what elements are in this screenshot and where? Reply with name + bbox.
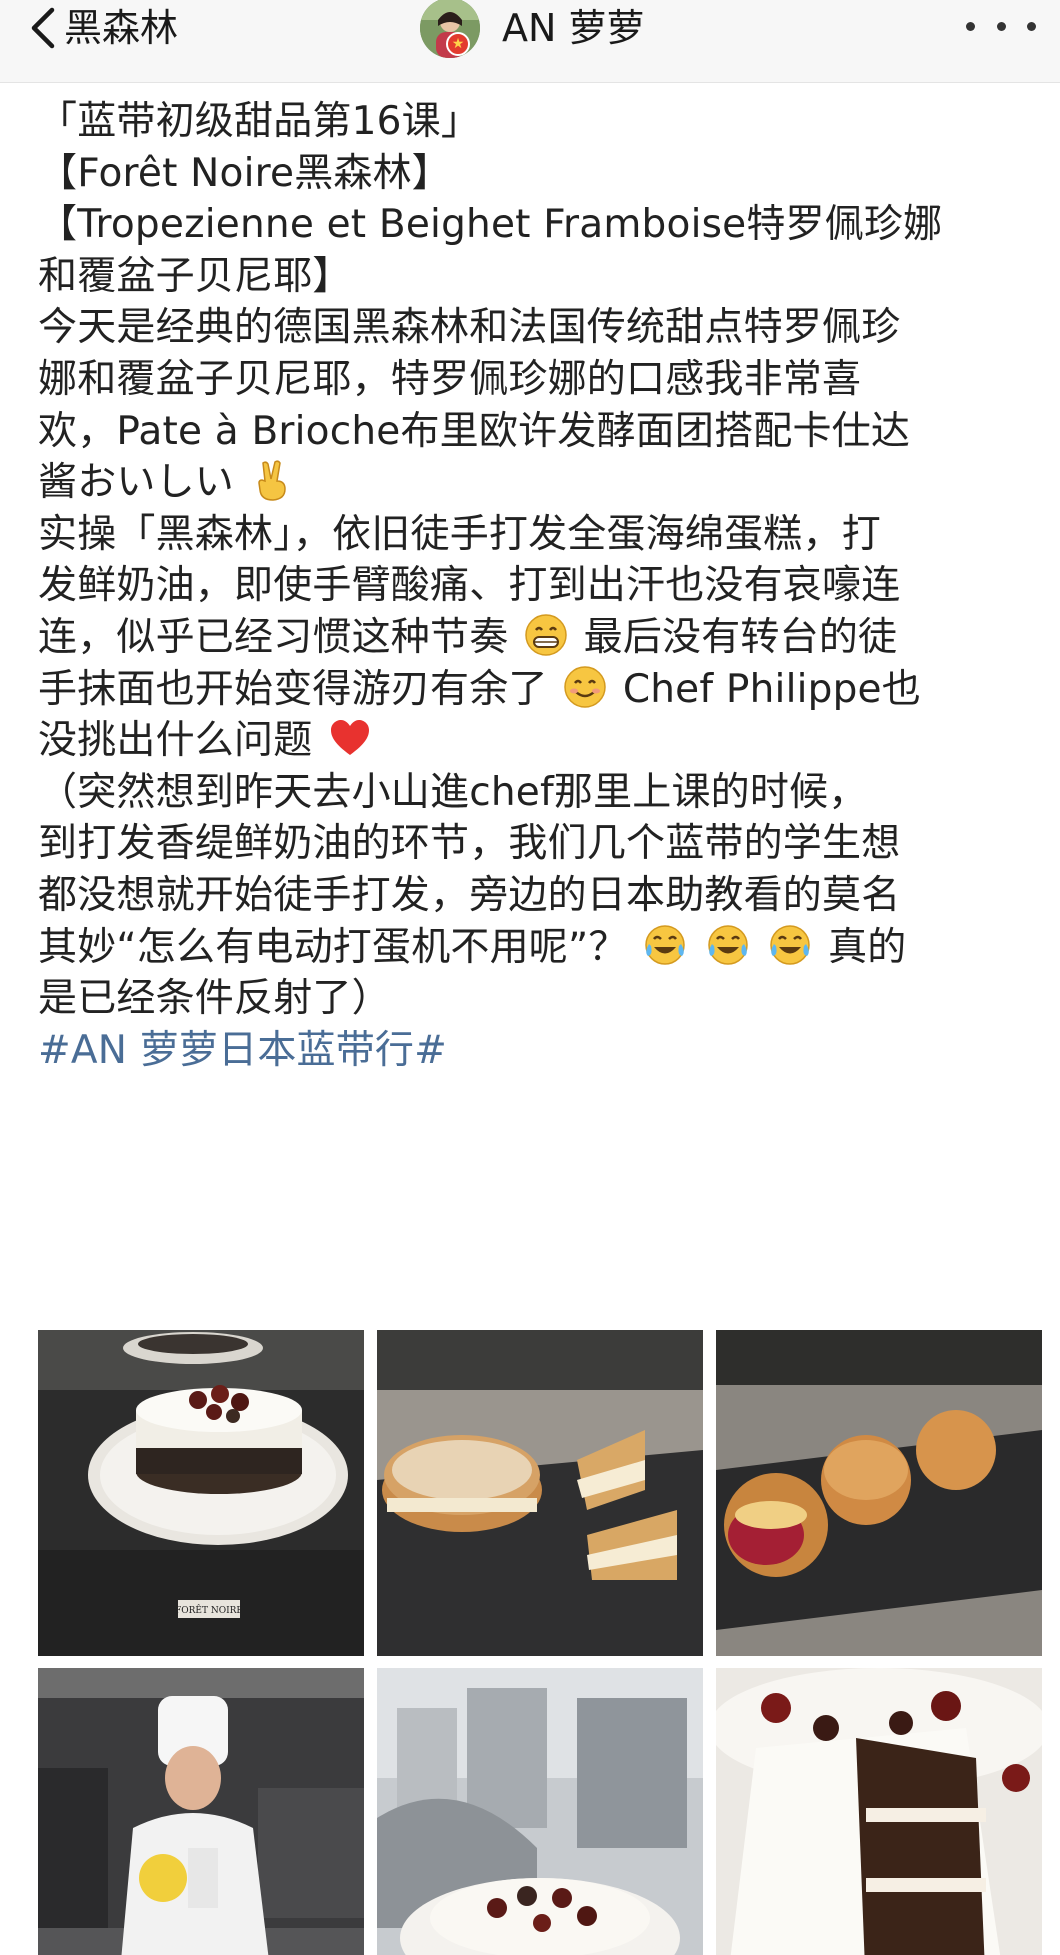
post-line-text: 最后没有转台的徒 <box>583 614 898 660</box>
post-line: 【Tropezienne et Beighet Framboise特罗佩珍娜 <box>38 202 943 248</box>
post-line: 没挑出什么问题 <box>38 715 1034 767</box>
post-line: 其妙“怎么有电动打蛋机不用呢”？ 真的 <box>38 922 1034 974</box>
top-navbar: 黑森林 AN 萝萝 ★ <box>0 0 1060 83</box>
post-line: 手抹面也开始变得游刃有余了 Chef Philippe也 <box>38 664 1034 716</box>
post-line: 欢，Pate à Brioche布里欧许发酵面团搭配卡仕达 <box>38 408 911 454</box>
post-line: 是已经条件反射了） <box>38 976 391 1022</box>
post-line-text: 没挑出什么问题 <box>38 718 313 764</box>
verified-badge-icon: ★ <box>446 32 470 56</box>
post-line: 和覆盆子贝尼耶】 <box>38 253 352 299</box>
more-dots-icon <box>966 21 975 31</box>
cake-label: FORÊT NOIRE <box>175 1604 243 1616</box>
post-line-text: 酱おいしい <box>38 460 235 506</box>
post-line-text: 其妙“怎么有电动打蛋机不用呢”？ <box>38 924 628 970</box>
author-name: AN 萝萝 <box>502 6 645 50</box>
chevron-left-icon <box>31 7 55 49</box>
post-text: 「蓝带初级甜品第16课」 【Forêt Noire黑森林】 【Tropezien… <box>38 96 1034 1076</box>
post-page: 黑森林 AN 萝萝 ★ 「蓝带初级甜品第16课」 【Forêt Noire黑森林… <box>0 0 1060 1955</box>
post-line: 到打发香缇鲜奶油的环节，我们几个蓝带的学生想 <box>38 821 901 867</box>
more-button[interactable] <box>966 4 1036 48</box>
post-line-text: 连，似乎已经习惯这种节奏 <box>38 614 509 660</box>
post-line: 连，似乎已经习惯这种节奏 最后没有转台的徒 <box>38 612 1034 664</box>
grinning-face-emoji <box>525 614 567 656</box>
photo-tropezienne[interactable] <box>377 1330 703 1656</box>
back-label: 黑森林 <box>64 6 179 50</box>
victory-hand-emoji <box>257 460 286 501</box>
post-line-text: 手抹面也开始变得游刃有余了 <box>38 666 548 712</box>
tears-of-joy-emoji <box>770 924 811 965</box>
back-button[interactable]: 黑森林 <box>28 2 178 54</box>
post-line-text: 真的 <box>828 924 907 970</box>
smiling-face-emoji <box>564 665 606 708</box>
tears-of-joy-emoji <box>645 924 685 965</box>
photo-raspberry-beignets[interactable] <box>716 1330 1042 1656</box>
red-heart-emoji <box>331 720 370 756</box>
post-line: 都没想就开始徒手打发，旁边的日本助教看的莫名 <box>38 872 901 918</box>
tears-of-joy-emoji <box>708 924 748 965</box>
post-line: 娜和覆盆子贝尼耶，特罗佩珍娜的口感我非常喜 <box>38 356 862 402</box>
post-line: 实操「黑森林」，依旧徒手打发全蛋海绵蛋糕，打 <box>38 511 881 557</box>
post-line-text: Chef Philippe也 <box>622 666 921 712</box>
photo-black-forest-cake[interactable]: FORÊT NOIRE <box>38 1330 364 1656</box>
photo-chef[interactable] <box>38 1668 364 1955</box>
post-line: 【Forêt Noire黑森林】 <box>38 150 452 196</box>
photo-cut-cake[interactable] <box>716 1668 1042 1955</box>
post-line: 今天是经典的德国黑森林和法国传统甜点特罗佩珍 <box>38 305 901 351</box>
post-line: 「蓝带初级甜品第16课」 <box>38 99 481 144</box>
post-line: （突然想到昨天去小山進chef那里上课的时候， <box>38 769 868 815</box>
hashtag-link[interactable]: #AN 萝萝日本蓝带行# <box>38 1025 1034 1077</box>
photo-city-view-cake[interactable] <box>377 1668 703 1955</box>
post-line: 发鲜奶油，即使手臂酸痛、打到出汗也没有哀嚎连 <box>38 563 901 609</box>
post-line: 酱おいしい <box>38 457 1034 509</box>
